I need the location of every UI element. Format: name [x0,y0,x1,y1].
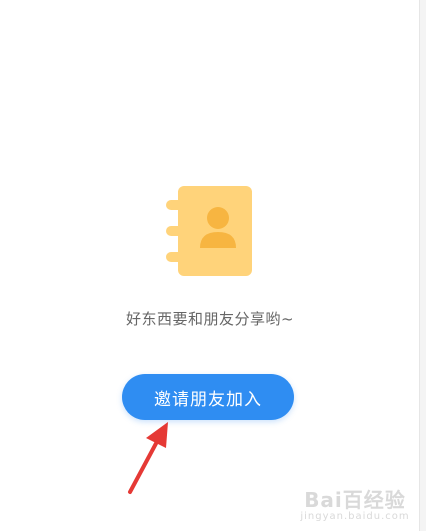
watermark-url: jingyan.baidu.com [300,511,410,522]
watermark: Bai百经验 jingyan.baidu.com [300,489,410,523]
screen: 好东西要和朋友分享哟~ 邀请朋友加入 Bai百经验 jingyan.baidu.… [0,0,426,531]
empty-state-message: 好东西要和朋友分享哟~ [125,310,295,328]
empty-state: 好东西要和朋友分享哟~ [0,186,420,329]
invite-friends-button[interactable]: 邀请朋友加入 [122,374,294,420]
scrollbar-track [419,0,426,531]
watermark-logo: Bai百经验 [304,488,406,512]
red-arrow-annotation [128,422,168,494]
contact-book-icon [166,186,252,276]
